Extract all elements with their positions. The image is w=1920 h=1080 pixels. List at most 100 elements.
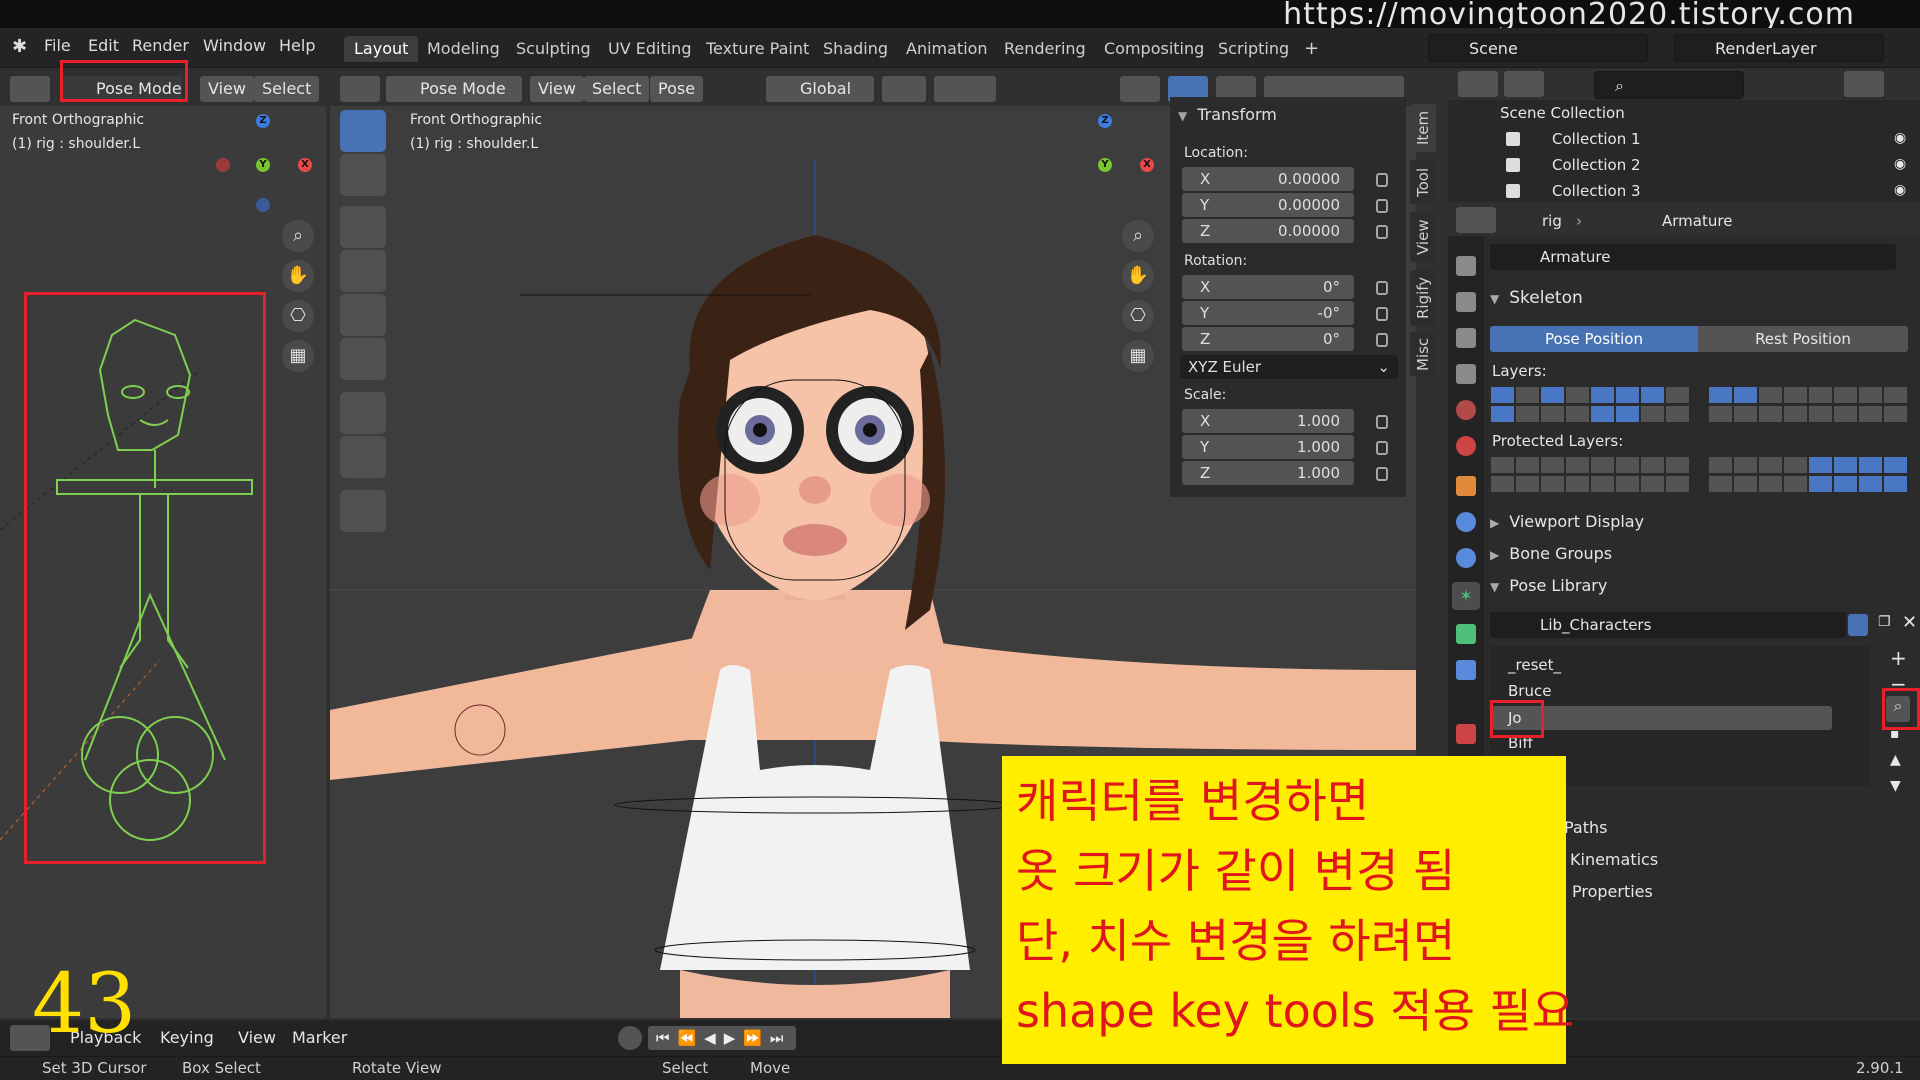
bone-layer-toggle[interactable] [1540,386,1565,404]
view-layer-tab-icon[interactable] [1456,364,1476,384]
bone-layer-toggle[interactable] [1565,475,1590,493]
tab-shading[interactable]: Shading [813,36,898,62]
bone-layer-toggle[interactable] [1758,405,1783,423]
bone-layer-toggle[interactable] [1640,456,1665,474]
timeline-view-menu[interactable]: View [238,1028,276,1047]
move-up-icon[interactable]: ▲ [1890,752,1901,768]
bone-layer-toggle[interactable] [1640,475,1665,493]
bone-layer-toggle[interactable] [1565,405,1590,423]
sidebar-tab-tool[interactable]: Tool [1410,160,1436,204]
scale-x-field[interactable]: X 1.000 [1182,409,1354,433]
scene-selector[interactable]: Scene [1428,34,1648,62]
bone-layer-toggle[interactable] [1540,405,1565,423]
tab-sculpting[interactable]: Sculpting [506,36,601,62]
bone-layer-toggle[interactable] [1733,475,1758,493]
lock-icon[interactable] [1376,307,1388,321]
bone-layer-toggle[interactable] [1640,405,1665,423]
lock-icon[interactable] [1376,225,1388,239]
bone-layer-toggle[interactable] [1590,405,1615,423]
bone-layer-toggle[interactable] [1565,386,1590,404]
sidebar-tab-rigify[interactable]: Rigify [1410,270,1436,326]
checkbox-icon[interactable] [1506,184,1520,198]
bone-layer-toggle[interactable] [1833,456,1858,474]
skeleton-panel-header[interactable]: ▼ Skeleton [1490,288,1583,308]
marker-menu[interactable]: Marker [292,1028,347,1047]
bone-layer-toggle[interactable] [1783,386,1808,404]
bone-layer-toggle[interactable] [1783,475,1808,493]
pose-list-item-bruce[interactable]: Bruce [1508,682,1551,700]
record-icon[interactable] [618,1026,642,1050]
rotation-mode-dropdown[interactable]: XYZ Euler ⌄ [1180,355,1398,379]
tab-animation[interactable]: Animation [896,36,998,62]
object-tab-icon[interactable] [1456,476,1476,496]
bone-layer-toggle[interactable] [1515,475,1540,493]
armature-data-tab-icon[interactable]: ✶ [1452,582,1480,610]
render-tab-icon[interactable] [1456,292,1476,312]
bone-layer-toggle[interactable] [1758,475,1783,493]
lock-icon[interactable] [1376,199,1388,213]
bone-tab-icon[interactable] [1456,624,1476,644]
tab-rendering[interactable]: Rendering [994,36,1096,62]
bone-layer-toggle[interactable] [1883,456,1908,474]
bone-layer-toggle[interactable] [1808,456,1833,474]
bone-layer-toggle[interactable] [1640,386,1665,404]
motion-paths-panel-header[interactable]: Paths [1564,818,1607,837]
fake-user-shield-icon[interactable] [1848,614,1868,636]
bone-layer-toggle[interactable] [1858,386,1883,404]
bone-layer-toggle[interactable] [1590,456,1615,474]
scene-collection-label[interactable]: Scene Collection [1500,104,1625,122]
bone-layer-toggle[interactable] [1490,386,1515,404]
bone-layers-grid[interactable] [1490,386,1910,426]
bone-layer-toggle[interactable] [1515,386,1540,404]
filter-icon[interactable] [1844,71,1884,97]
transform-header[interactable]: ▼ Transform [1178,105,1277,124]
location-y-field[interactable]: Y 0.00000 [1182,193,1354,217]
checkbox-icon[interactable] [1506,132,1520,146]
sidebar-tab-item[interactable]: Item [1410,104,1436,152]
lock-icon[interactable] [1376,173,1388,187]
bone-layer-toggle[interactable] [1758,386,1783,404]
custom-properties-panel-header[interactable]: Properties [1572,882,1653,901]
sidebar-tab-view[interactable]: View [1410,212,1436,262]
add-pose-icon[interactable]: + [1890,646,1907,670]
bone-layer-toggle[interactable] [1883,475,1908,493]
bone-layer-toggle[interactable] [1590,386,1615,404]
scale-y-field[interactable]: Y 1.000 [1182,435,1354,459]
bone-layer-toggle[interactable] [1708,456,1733,474]
scene-tab-icon[interactable] [1456,400,1476,420]
properties-editor-type-icon[interactable] [1456,207,1496,233]
bone-layer-toggle[interactable] [1515,456,1540,474]
bone-layer-toggle[interactable] [1708,475,1733,493]
inverse-kinematics-panel-header[interactable]: Kinematics [1570,850,1658,869]
bone-layer-toggle[interactable] [1883,386,1908,404]
bone-layer-toggle[interactable] [1808,475,1833,493]
menu-help[interactable]: Help [279,36,315,55]
protected-layers-grid[interactable] [1490,456,1910,496]
menu-window[interactable]: Window [203,36,266,55]
rest-position-button[interactable]: Rest Position [1698,326,1908,352]
tab-layout[interactable]: Layout [344,36,419,62]
constraints-tab-icon[interactable] [1456,548,1476,568]
unlock-icon[interactable] [1376,333,1388,347]
bone-layer-toggle[interactable] [1708,405,1733,423]
bone-layer-toggle[interactable] [1783,456,1808,474]
menu-edit[interactable]: Edit [88,36,119,55]
rotation-y-field[interactable]: Y -0° [1182,301,1354,325]
add-workspace-icon[interactable]: + [1294,36,1329,62]
unlock-icon[interactable] [1376,415,1388,429]
move-down-icon[interactable]: ▼ [1890,778,1901,794]
eye-icon[interactable]: ◉ [1894,156,1906,172]
tab-texture-paint[interactable]: Texture Paint [696,36,819,62]
pose-list-item-reset[interactable]: _reset_ [1508,656,1561,674]
bone-layer-toggle[interactable] [1665,386,1690,404]
bone-layer-toggle[interactable] [1665,405,1690,423]
render-layer-selector[interactable]: RenderLayer [1674,34,1884,62]
blender-logo-icon[interactable]: ✱ [12,36,27,57]
close-icon[interactable]: ✕ [1902,612,1917,633]
duplicate-icon[interactable]: ❐ [1878,614,1891,630]
sidebar-tab-misc[interactable]: Misc [1410,332,1436,376]
bone-constraint-tab-icon[interactable] [1456,660,1476,680]
bone-layer-toggle[interactable] [1565,456,1590,474]
tab-uv-editing[interactable]: UV Editing [598,36,701,62]
bone-layer-toggle[interactable] [1665,456,1690,474]
